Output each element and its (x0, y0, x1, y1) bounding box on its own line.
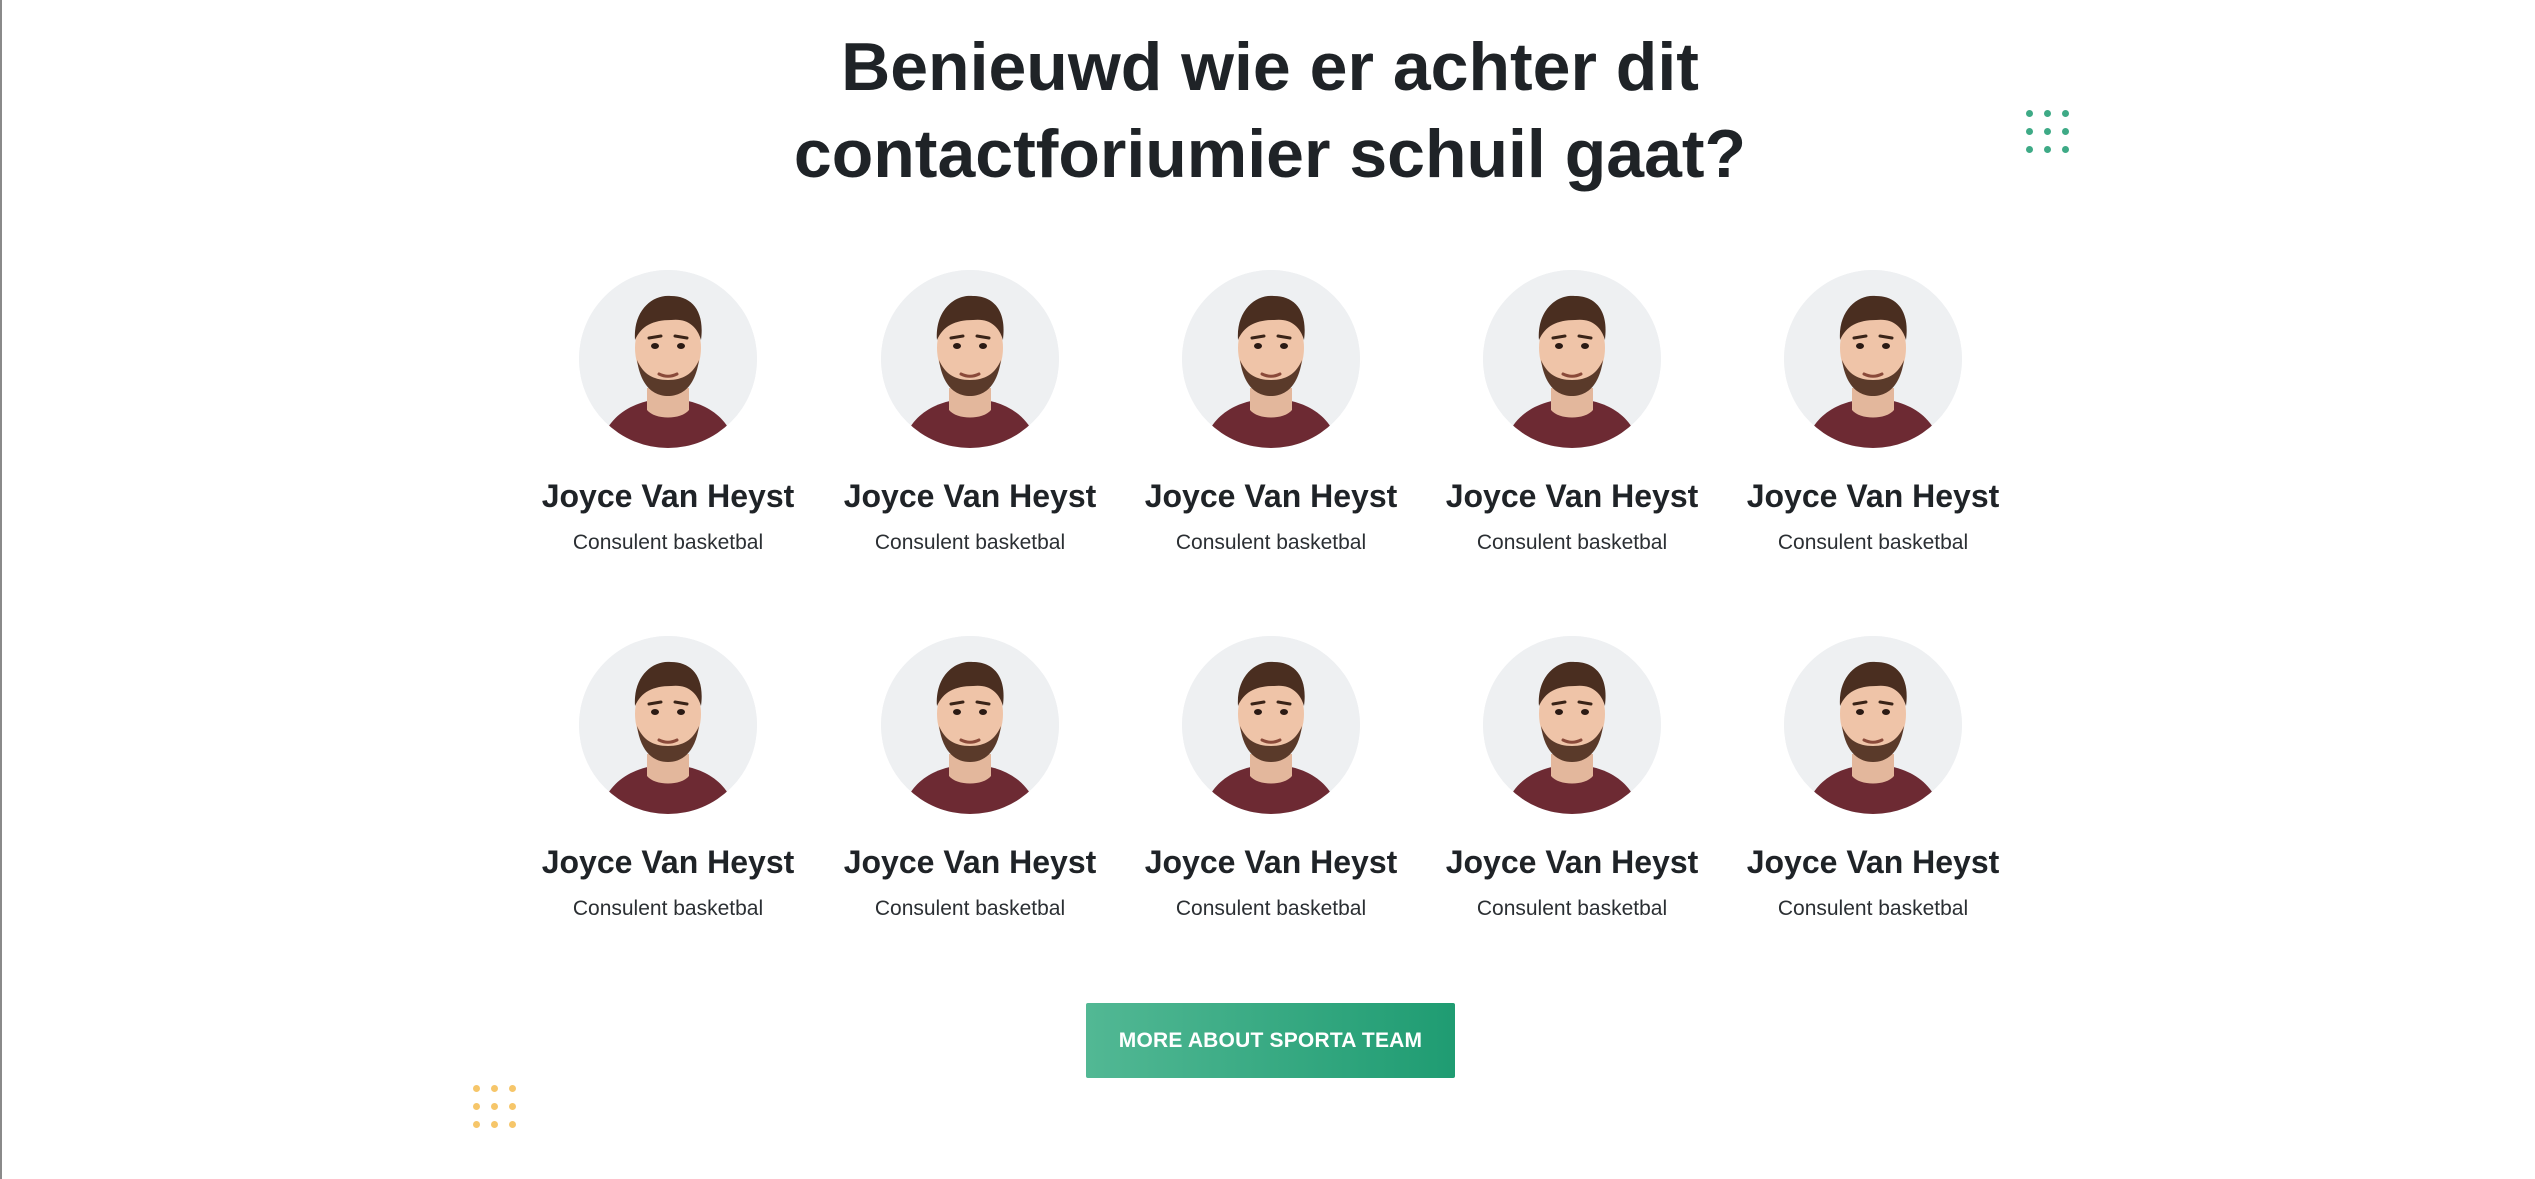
person-portrait-icon (1182, 636, 1360, 814)
avatar (881, 636, 1059, 814)
team-member-card: Joyce Van Heyst Consulent basketbal (528, 270, 808, 556)
avatar (1182, 270, 1360, 448)
member-role: Consulent basketbal (1476, 897, 1668, 920)
member-role: Consulent basketbal (1476, 531, 1668, 554)
avatar (1784, 270, 1962, 448)
member-name: Joyce Van Heyst (1746, 478, 2000, 514)
member-role: Consulent basketbal (572, 531, 764, 554)
member-role: Consulent basketbal (1175, 897, 1367, 920)
avatar (579, 270, 757, 448)
member-role: Consulent basketbal (1777, 897, 1969, 920)
avatar (881, 270, 1059, 448)
member-name: Joyce Van Heyst (843, 478, 1097, 514)
team-member-card: Joyce Van Heyst Consulent basketbal (830, 270, 1110, 556)
avatar (1483, 636, 1661, 814)
member-name: Joyce Van Heyst (1144, 844, 1398, 880)
member-role: Consulent basketbal (874, 897, 1066, 920)
member-name: Joyce Van Heyst (1445, 478, 1699, 514)
member-role: Consulent basketbal (1175, 531, 1367, 554)
person-portrait-icon (881, 636, 1059, 814)
more-about-team-button[interactable]: MORE ABOUT SPORTA TEAM (1086, 1003, 1455, 1078)
avatar (1182, 636, 1360, 814)
team-member-card: Joyce Van Heyst Consulent basketbal (528, 636, 808, 922)
team-member-card: Joyce Van Heyst Consulent basketbal (830, 636, 1110, 922)
member-role: Consulent basketbal (874, 531, 1066, 554)
person-portrait-icon (1784, 636, 1962, 814)
team-member-card: Joyce Van Heyst Consulent basketbal (1432, 636, 1712, 922)
avatar (1784, 636, 1962, 814)
team-member-card: Joyce Van Heyst Consulent basketbal (1733, 636, 2013, 922)
team-member-card: Joyce Van Heyst Consulent basketbal (1733, 270, 2013, 556)
member-role: Consulent basketbal (572, 897, 764, 920)
person-portrait-icon (1784, 270, 1962, 448)
team-member-card: Joyce Van Heyst Consulent basketbal (1131, 636, 1411, 922)
person-portrait-icon (579, 636, 757, 814)
member-name: Joyce Van Heyst (1144, 478, 1398, 514)
person-portrait-icon (1182, 270, 1360, 448)
person-portrait-icon (579, 270, 757, 448)
member-name: Joyce Van Heyst (541, 844, 795, 880)
avatar (1483, 270, 1661, 448)
person-portrait-icon (1483, 270, 1661, 448)
member-name: Joyce Van Heyst (1445, 844, 1699, 880)
member-role: Consulent basketbal (1777, 531, 1969, 554)
person-portrait-icon (881, 270, 1059, 448)
team-member-card: Joyce Van Heyst Consulent basketbal (1131, 270, 1411, 556)
member-name: Joyce Van Heyst (843, 844, 1097, 880)
member-name: Joyce Van Heyst (1746, 844, 2000, 880)
member-name: Joyce Van Heyst (541, 478, 795, 514)
person-portrait-icon (1483, 636, 1661, 814)
team-member-card: Joyce Van Heyst Consulent basketbal (1432, 270, 1712, 556)
avatar (579, 636, 757, 814)
